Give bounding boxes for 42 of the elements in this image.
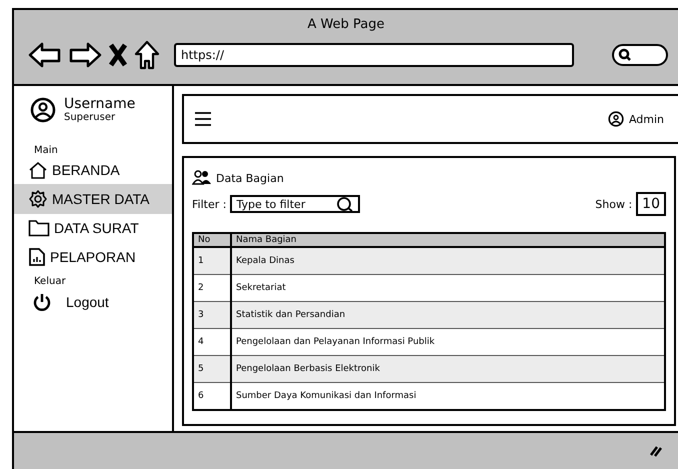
window-title: A Web Page — [306, 16, 386, 32]
page-size-field[interactable]: 10 — [636, 192, 666, 216]
account-button[interactable]: Admin — [608, 111, 664, 128]
users-icon — [192, 170, 212, 186]
sidebar-item[interactable]: Logout — [14, 287, 172, 318]
filter-label: Filter : — [192, 198, 226, 211]
section-label: Keluar — [33, 276, 67, 288]
home-icon[interactable] — [134, 40, 160, 70]
table-cell: 1 — [193, 247, 231, 275]
table-cell: Kepala Dinas — [231, 247, 665, 275]
table-cell: Pengelolaan Berbasis Elektronik — [231, 356, 665, 383]
column-header: No — [193, 233, 231, 248]
show-label: Show : — [595, 198, 632, 211]
user-role: Superuser — [64, 112, 116, 124]
panel-title: Data Bagian — [216, 172, 284, 185]
table-cell: 5 — [193, 356, 231, 383]
settings-icon — [28, 189, 48, 210]
table-cell: Sumber Daya Komunikasi dan Informasi — [231, 382, 665, 410]
user-icon — [608, 111, 624, 128]
table-cell: Statistik dan Persandian — [231, 302, 665, 329]
table-cell: 6 — [193, 382, 231, 410]
sidebar-item[interactable]: DATA SURAT — [14, 214, 172, 242]
filter-field[interactable]: Type to filter — [230, 195, 360, 214]
home-icon — [28, 161, 48, 180]
column-header: Nama Bagian — [231, 233, 665, 248]
user-icon — [30, 96, 56, 123]
username: Username — [64, 96, 136, 112]
power-icon — [32, 292, 52, 312]
url-field[interactable]: https:// — [174, 43, 574, 67]
report-icon — [28, 247, 46, 268]
close-icon[interactable] — [108, 42, 128, 68]
sidebar-item[interactable]: BERANDA — [14, 156, 172, 184]
sidebar-item[interactable]: PELAPORAN — [14, 242, 172, 272]
menu-icon[interactable] — [194, 111, 212, 128]
folder-icon — [28, 219, 50, 238]
search-field[interactable] — [612, 44, 668, 66]
table-cell: 3 — [193, 302, 231, 329]
search-icon — [618, 48, 632, 62]
section-label: Main — [33, 145, 59, 156]
back-icon[interactable] — [28, 41, 62, 69]
sidebar-item[interactable]: MASTER DATA — [14, 184, 172, 214]
forward-icon[interactable] — [68, 41, 102, 69]
